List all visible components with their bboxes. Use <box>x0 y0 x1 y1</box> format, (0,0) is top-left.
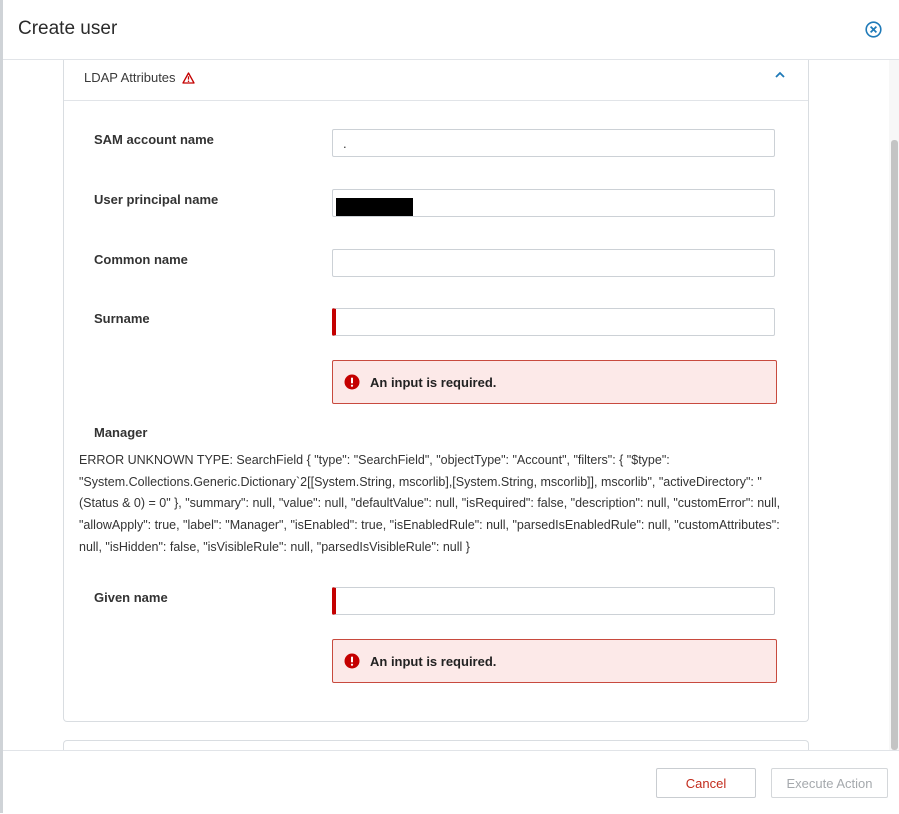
ldap-attributes-panel-header[interactable]: LDAP Attributes <box>64 60 808 101</box>
ldap-attributes-panel: LDAP Attributes SAM account name User pr… <box>63 60 809 722</box>
dialog-header: Create user <box>3 0 899 60</box>
given-name-error-message: An input is required. <box>332 639 777 683</box>
cancel-button[interactable]: Cancel <box>656 768 756 798</box>
close-button[interactable] <box>865 21 882 38</box>
collapse-button[interactable] <box>773 68 787 82</box>
close-circle-icon <box>865 21 882 38</box>
error-circle-icon <box>344 374 360 390</box>
common-name-input[interactable] <box>332 249 775 277</box>
scrollbar-thumb[interactable] <box>891 140 898 750</box>
common-name-label: Common name <box>94 252 188 267</box>
execute-action-button[interactable]: Execute Action <box>771 768 888 798</box>
manager-label: Manager <box>94 425 148 440</box>
surname-error-message: An input is required. <box>332 360 777 404</box>
sam-account-name-input[interactable] <box>332 129 775 157</box>
dialog-body: LDAP Attributes SAM account name User pr… <box>3 60 899 750</box>
next-panel <box>63 740 809 750</box>
given-name-error-text: An input is required. <box>370 654 497 669</box>
panel-title: LDAP Attributes <box>84 70 195 85</box>
user-principal-name-label: User principal name <box>94 192 219 207</box>
redacted-value <box>336 198 413 216</box>
given-name-input[interactable] <box>332 587 775 615</box>
sam-account-name-label: SAM account name <box>94 132 214 147</box>
error-circle-icon <box>344 653 360 669</box>
surname-label: Surname <box>94 311 150 326</box>
given-name-label: Given name <box>94 590 168 605</box>
chevron-up-icon <box>775 71 785 78</box>
surname-error-text: An input is required. <box>370 375 497 390</box>
dialog-footer: Cancel Execute Action <box>3 750 899 814</box>
surname-input[interactable] <box>332 308 775 336</box>
panel-title-text: LDAP Attributes <box>84 70 176 85</box>
warning-triangle-icon <box>182 72 195 84</box>
dialog-title: Create user <box>18 18 118 39</box>
manager-unknown-type-error: ERROR UNKNOWN TYPE: SearchField { "type"… <box>79 453 781 554</box>
